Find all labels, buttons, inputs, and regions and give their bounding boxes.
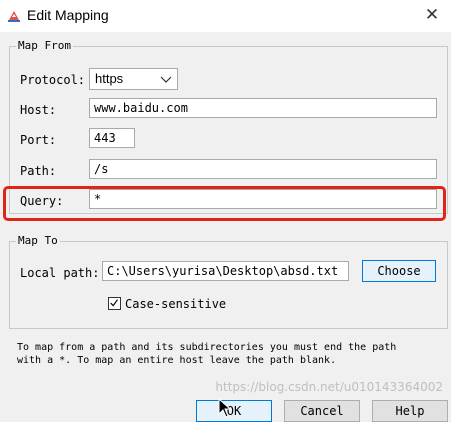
port-label: Port: (20, 133, 57, 147)
help-button[interactable]: Help (372, 400, 448, 422)
local-path-label: Local path: (20, 266, 100, 280)
mouse-cursor-icon (218, 398, 232, 418)
host-input[interactable]: www.baidu.com (89, 98, 437, 118)
java-app-icon (8, 11, 20, 22)
close-icon[interactable]: ✕ (423, 6, 441, 24)
title-bar: Edit Mapping ✕ (0, 0, 451, 32)
map-to-group: Map To (9, 234, 448, 329)
path-input[interactable]: /s (89, 159, 437, 179)
map-to-legend: Map To (16, 234, 60, 248)
local-path-input[interactable]: C:\Users\yurisa\Desktop\absd.txt (102, 261, 349, 281)
host-label: Host: (20, 103, 57, 117)
dialog-body: Map From Protocol: https Host: www.baidu… (0, 32, 451, 422)
hint-line-1: To map from a path and its subdirectorie… (17, 342, 397, 353)
ok-button[interactable]: OK (196, 400, 272, 422)
protocol-label: Protocol: (20, 73, 86, 87)
map-from-legend: Map From (16, 39, 73, 53)
port-input[interactable]: 443 (89, 128, 135, 148)
choose-button[interactable]: Choose (362, 260, 436, 282)
hint-line-2: with a *. To map an entire host leave th… (17, 355, 337, 366)
case-sensitive-label: Case-sensitive (125, 297, 227, 311)
chevron-down-icon (160, 76, 172, 83)
path-label: Path: (20, 164, 57, 178)
case-sensitive-checkbox[interactable] (108, 297, 121, 310)
query-highlight-box (3, 186, 446, 221)
watermark-text: https://blog.csdn.net/u010143364002 (215, 380, 443, 394)
cancel-button[interactable]: Cancel (284, 400, 360, 422)
checkmark-icon (110, 299, 118, 307)
protocol-value: https (95, 71, 124, 86)
protocol-select[interactable]: https (89, 68, 178, 90)
window-title: Edit Mapping (27, 7, 109, 23)
